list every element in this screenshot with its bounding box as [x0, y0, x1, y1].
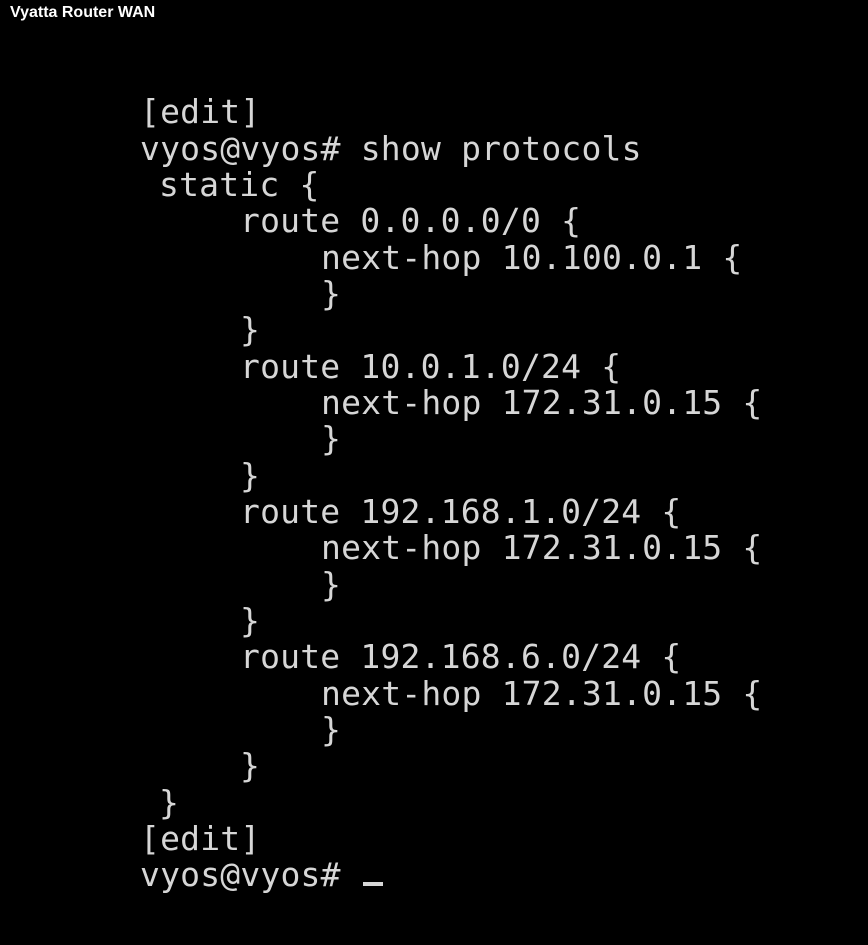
terminal-line: } — [240, 310, 261, 349]
terminal-line: } — [240, 456, 261, 495]
terminal-prompt: vyos@vyos# — [140, 855, 361, 894]
terminal-line: vyos@vyos# show protocols — [140, 129, 642, 168]
terminal-line: [edit] — [140, 92, 261, 131]
terminal-line: next-hop 172.31.0.15 { — [321, 674, 763, 713]
terminal-line: route 10.0.1.0/24 { — [240, 347, 622, 386]
terminal-line: next-hop 172.31.0.15 { — [321, 528, 763, 567]
terminal-line: next-hop 10.100.0.1 { — [321, 238, 743, 277]
terminal-cursor — [362, 882, 383, 886]
terminal-line: route 192.168.1.0/24 { — [240, 492, 682, 531]
terminal-line: } — [321, 274, 342, 313]
terminal-line: [edit] — [140, 819, 261, 858]
terminal-line: } — [321, 419, 342, 458]
terminal-screen[interactable]: [edit] vyos@vyos# show protocols static … — [0, 0, 868, 945]
terminal-line: } — [159, 783, 180, 822]
terminal-line: next-hop 172.31.0.15 { — [321, 383, 763, 422]
terminal-line: } — [240, 746, 261, 785]
terminal-line: } — [321, 710, 342, 749]
terminal-line: static { — [159, 165, 320, 204]
terminal-line: route 192.168.6.0/24 { — [240, 637, 682, 676]
terminal-line: } — [240, 601, 261, 640]
terminal-line: route 0.0.0.0/0 { — [240, 201, 582, 240]
terminal-line: } — [321, 565, 342, 604]
terminal-prompt-line[interactable]: vyos@vyos# — [140, 857, 383, 893]
